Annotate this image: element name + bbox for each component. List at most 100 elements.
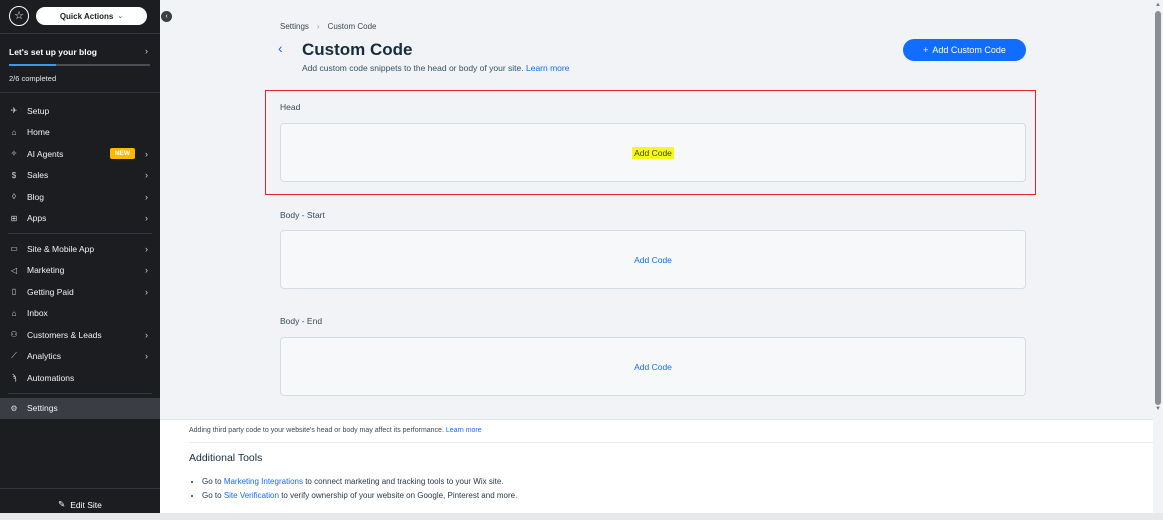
footer-info: Adding third party code to your website'…: [160, 419, 1153, 520]
sidebar-item-label: Getting Paid: [27, 286, 74, 297]
list-item: Go to Site Verification to verify owners…: [202, 491, 517, 500]
scroll-up-icon[interactable]: ▲: [1155, 2, 1161, 8]
chevron-right-icon: ›: [145, 243, 148, 254]
add-custom-code-button[interactable]: + Add Custom Code: [903, 39, 1026, 61]
chevron-right-icon: ›: [145, 329, 148, 340]
head-section-label: Head: [280, 102, 301, 112]
head-add-code-link[interactable]: Add Code: [632, 146, 674, 159]
sidebar-item-label: Apps: [27, 213, 47, 224]
chevron-right-icon: ›: [145, 351, 148, 362]
breadcrumb-settings[interactable]: Settings: [280, 22, 309, 31]
main-content: Settings › Custom Code ‹ Custom Code Add…: [160, 0, 1153, 520]
chevron-right-icon: ›: [145, 170, 148, 181]
sidebar-item-customers-leads[interactable]: ⚇ Customers & Leads ›: [0, 324, 160, 346]
body-start-section-label: Body - Start: [280, 210, 325, 220]
tool-prefix: Go to: [202, 477, 222, 486]
tool-description: to verify ownership of your website on G…: [281, 491, 518, 500]
star-icon[interactable]: ☆: [9, 6, 29, 26]
apps-icon: ⊞: [10, 213, 18, 223]
setup-progress-bar: [9, 64, 150, 66]
add-custom-code-label: Add Custom Code: [932, 45, 1006, 55]
scroll-down-icon[interactable]: ▼: [1155, 406, 1161, 412]
chevron-right-icon: ›: [145, 265, 148, 276]
vertical-scrollbar[interactable]: ▲ ▼: [1153, 0, 1163, 520]
learn-more-link[interactable]: Learn more: [526, 63, 569, 73]
sidebar-item-analytics[interactable]: ⟋ Analytics ›: [0, 346, 160, 368]
sidebar-item-label: AI Agents: [27, 148, 64, 159]
page-title: Custom Code: [302, 40, 413, 59]
tool-prefix: Go to: [202, 491, 222, 500]
megaphone-icon: ◁: [10, 265, 18, 275]
automation-icon: ϡ: [11, 373, 17, 383]
performance-note-text: Adding third party code to your website'…: [189, 427, 444, 434]
setup-progress-fill: [9, 64, 56, 66]
setup-title: Let's set up your blog: [9, 47, 97, 57]
chevron-right-icon: ›: [145, 46, 148, 56]
sidebar-item-label: Home: [27, 127, 50, 138]
sidebar-item-label: Inbox: [27, 308, 48, 319]
monitor-icon: ▭: [10, 244, 18, 254]
sidebar-divider: [8, 233, 152, 234]
home-icon: ⌂: [11, 127, 17, 137]
rocket-icon: ✈: [10, 106, 18, 116]
chevron-right-icon: ›: [145, 148, 148, 159]
chart-icon: ⟋: [11, 351, 17, 361]
body-start-add-code-link[interactable]: Add Code: [634, 255, 672, 265]
site-verification-link[interactable]: Site Verification: [224, 491, 279, 500]
scrollbar-thumb[interactable]: [1155, 11, 1161, 405]
chevron-right-icon: ›: [145, 286, 148, 297]
sidebar-item-label: Setup: [27, 105, 50, 116]
setup-progress-card[interactable]: Let's set up your blog › 2/6 completed: [0, 33, 160, 93]
inbox-icon: ⌂: [11, 308, 17, 318]
tool-description: to connect marketing and tracking tools …: [305, 477, 504, 486]
sidebar-item-label: Automations: [27, 372, 75, 383]
quick-actions-button[interactable]: Quick Actions ⌄: [36, 7, 147, 25]
body-start-code-box[interactable]: Add Code: [280, 230, 1026, 289]
marketing-integrations-link[interactable]: Marketing Integrations: [224, 477, 303, 486]
sidebar-item-settings[interactable]: ⚙ Settings: [0, 397, 160, 419]
sidebar-item-home[interactable]: ⌂ Home: [0, 122, 160, 144]
chevron-down-icon: ⌄: [117, 13, 124, 20]
gear-icon: ⚙: [10, 403, 18, 413]
plus-icon: +: [923, 45, 929, 55]
contacts-icon: ⚇: [10, 330, 18, 340]
body-end-add-code-link[interactable]: Add Code: [634, 362, 672, 372]
sidebar-item-marketing[interactable]: ◁ Marketing ›: [0, 260, 160, 282]
head-code-box[interactable]: Add Code: [280, 123, 1026, 182]
footer-divider: [189, 442, 1153, 443]
page-subtitle-text: Add custom code snippets to the head or …: [302, 63, 524, 73]
horizontal-scroll-strip: [0, 513, 1163, 520]
sidebar-nav-primary: ✈ Setup ⌂ Home ✧ AI Agents NEW › $ Sales…: [0, 100, 160, 419]
sidebar-item-apps[interactable]: ⊞ Apps ›: [0, 208, 160, 230]
sidebar-item-getting-paid[interactable]: ▯ Getting Paid ›: [0, 281, 160, 303]
dollar-icon: $: [11, 170, 17, 180]
sidebar: ☆ Quick Actions ⌄ Let's set up your blog…: [0, 0, 160, 520]
setup-progress-text: 2/6 completed: [9, 74, 57, 83]
body-end-code-box[interactable]: Add Code: [280, 337, 1026, 396]
body-end-section-label: Body - End: [280, 316, 323, 326]
sidebar-item-label: Customers & Leads: [27, 329, 102, 340]
sidebar-item-site-mobile-app[interactable]: ▭ Site & Mobile App ›: [0, 238, 160, 260]
sidebar-item-automations[interactable]: ϡ Automations: [0, 367, 160, 389]
sidebar-item-blog[interactable]: ◊ Blog ›: [0, 186, 160, 208]
edit-site-label: Edit Site: [70, 499, 102, 510]
sidebar-item-label: Analytics: [27, 351, 62, 362]
footer-learn-more-link[interactable]: Learn more: [446, 427, 482, 434]
sidebar-item-label: Blog: [27, 191, 45, 202]
chevron-right-icon: ›: [316, 22, 320, 31]
sidebar-item-label: Site & Mobile App: [27, 243, 95, 254]
pencil-icon: ✎: [58, 499, 66, 509]
quick-actions-label: Quick Actions: [59, 11, 114, 21]
sidebar-item-setup[interactable]: ✈ Setup: [0, 100, 160, 122]
chevron-right-icon: ›: [145, 213, 148, 224]
receipt-icon: ▯: [11, 287, 17, 297]
sidebar-item-sales[interactable]: $ Sales ›: [0, 165, 160, 187]
additional-tools-title: Additional Tools: [189, 452, 263, 464]
additional-tools-list: Go to Marketing Integrations to connect …: [202, 477, 517, 505]
sidebar-item-ai-agents[interactable]: ✧ AI Agents NEW ›: [0, 143, 160, 165]
performance-note: Adding third party code to your website'…: [189, 427, 482, 434]
sidebar-item-inbox[interactable]: ⌂ Inbox: [0, 303, 160, 325]
back-icon[interactable]: ‹: [278, 40, 283, 56]
sidebar-divider: [8, 392, 152, 394]
sidebar-item-label: Settings: [27, 403, 58, 414]
